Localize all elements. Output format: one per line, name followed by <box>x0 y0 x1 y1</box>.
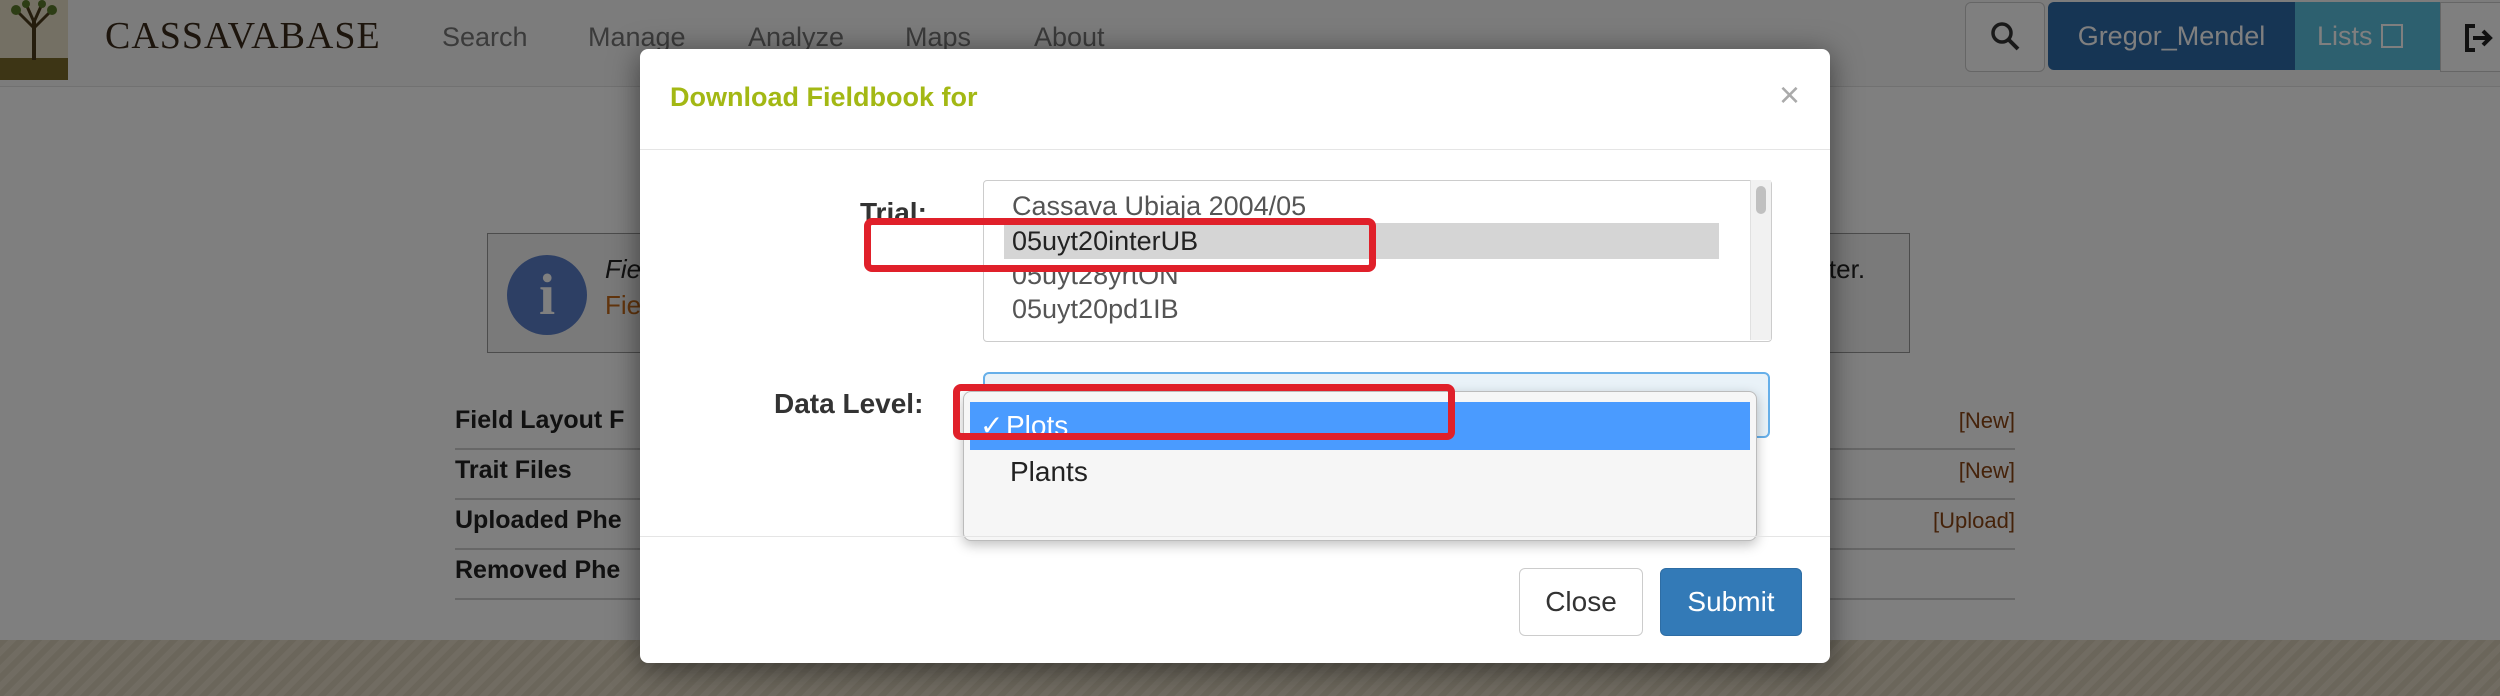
data-level-label: Data Level: <box>774 388 924 419</box>
close-button[interactable]: Close <box>1519 568 1643 636</box>
modal-title: Download Fieldbook for <box>670 82 978 112</box>
close-icon[interactable]: × <box>1779 77 1800 113</box>
modal-footer <box>640 536 1830 664</box>
data-level-option[interactable]: Plants <box>970 448 1750 496</box>
trial-option[interactable]: 05uyt20pd1IB <box>1012 294 1179 325</box>
modal-header: Download Fieldbook for × <box>640 49 1830 150</box>
download-fieldbook-dialog: Download Fieldbook for × Trial: Cassava … <box>640 49 1830 663</box>
highlight-data-level-selection <box>953 384 1455 440</box>
highlight-trial-selection <box>864 218 1376 272</box>
submit-button[interactable]: Submit <box>1660 568 1802 636</box>
trial-list-scrollbar[interactable] <box>1750 180 1771 340</box>
scrollbar-thumb[interactable] <box>1756 186 1766 214</box>
